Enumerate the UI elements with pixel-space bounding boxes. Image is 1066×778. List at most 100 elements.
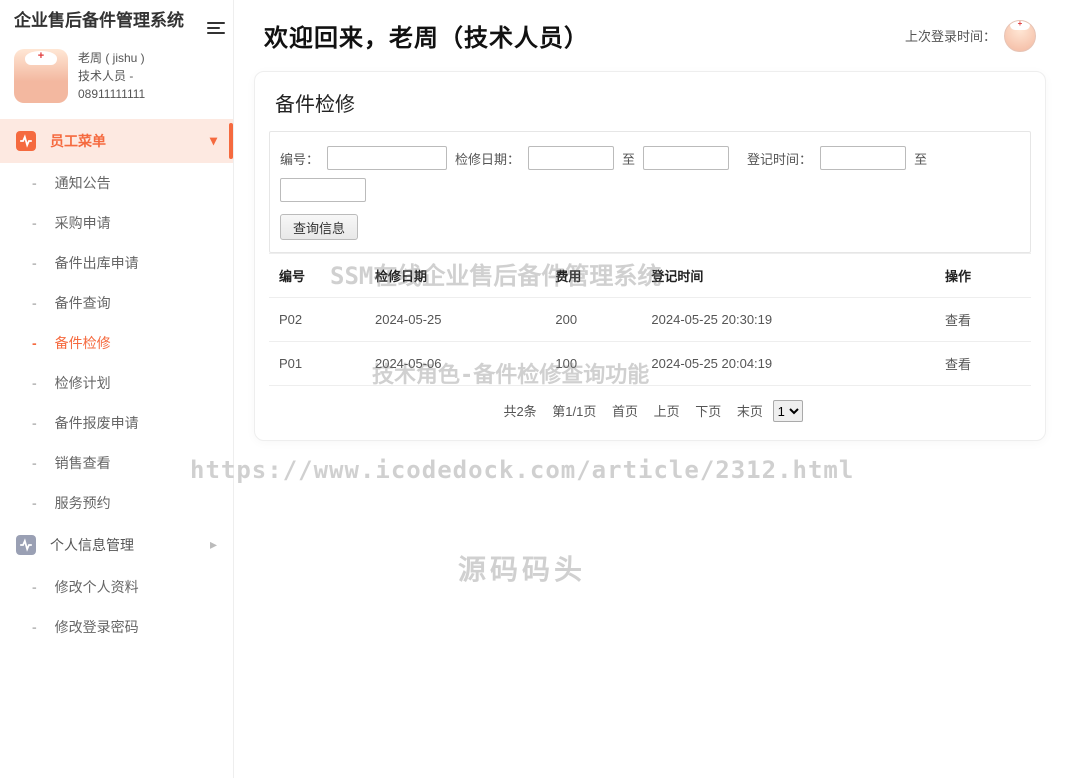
pagination: 共2条 第1/1页 首页 上页 下页 末页 1 (255, 386, 1045, 426)
cell-cost: 100 (545, 342, 641, 386)
sidebar-item-label: 备件出库申请 (55, 253, 139, 273)
page-title: 欢迎回来，老周（技术人员） (264, 18, 589, 53)
dash-icon: - (32, 175, 37, 191)
user-role: 技术人员 - (78, 67, 145, 85)
user-name: 老周 ( jishu ) (78, 49, 145, 67)
table-row: P012024-05-061002024-05-25 20:04:19 查看 (269, 342, 1031, 386)
dash-icon: - (32, 415, 37, 431)
sidebar-item-sales-view[interactable]: - 销售查看 (0, 443, 233, 483)
cell-cost: 200 (545, 298, 641, 342)
sidebar-menu: 员工菜单 ▾ -通知公告-采购申请-备件出库申请-备件查询-备件检修-检修计划-… (0, 119, 233, 647)
page-prev[interactable]: 上页 (654, 404, 680, 419)
user-phone: 08911111111 (78, 85, 145, 103)
page-last[interactable]: 末页 (737, 404, 763, 419)
register-time-to-input[interactable] (280, 178, 366, 202)
filter-regtime-label: 登记时间： (747, 149, 812, 168)
th-action: 操作 (935, 254, 1031, 298)
sidebar-item-label: 采购申请 (55, 213, 111, 233)
sidebar-item-purchase[interactable]: - 采购申请 (0, 203, 233, 243)
page-next[interactable]: 下页 (695, 404, 721, 419)
avatar (14, 49, 68, 103)
dash-icon: - (32, 455, 37, 471)
page-current: 第1/1页 (552, 404, 596, 419)
dash-icon: - (32, 215, 37, 231)
chevron-right-icon: ▸ (210, 536, 217, 553)
sidebar-item-part-repair[interactable]: - 备件检修 (0, 323, 233, 363)
filter-to-1: 至 (622, 149, 635, 168)
sidebar-item-edit-password[interactable]: - 修改登录密码 (0, 607, 233, 647)
table-row: P022024-05-252002024-05-25 20:30:19 查看 (269, 298, 1031, 342)
sidebar: 企业售后备件管理系统 老周 ( jishu ) 技术人员 - 089111111… (0, 0, 234, 778)
topbar: 欢迎回来，老周（技术人员） 上次登录时间： (242, 0, 1058, 61)
dash-icon: - (32, 375, 37, 391)
menu-group-staff[interactable]: 员工菜单 ▾ (0, 119, 233, 163)
th-code: 编号 (269, 254, 365, 298)
cell-code: P01 (269, 342, 365, 386)
sidebar-item-label: 销售查看 (55, 453, 111, 473)
cell-register_time: 2024-05-25 20:04:19 (641, 342, 935, 386)
sidebar-item-out-apply[interactable]: - 备件出库申请 (0, 243, 233, 283)
activity-icon (16, 535, 36, 555)
view-link[interactable]: 查看 (945, 313, 971, 328)
cell-register_time: 2024-05-25 20:30:19 (641, 298, 935, 342)
th-cost: 费用 (545, 254, 641, 298)
filter-code-label: 编号： (280, 149, 319, 168)
code-input[interactable] (327, 146, 447, 170)
sidebar-item-label: 检修计划 (55, 373, 111, 393)
dash-icon: - (32, 619, 37, 635)
repair-date-from-input[interactable] (528, 146, 614, 170)
activity-icon (16, 131, 36, 151)
dash-icon: - (32, 295, 37, 311)
brand-title: 企业售后备件管理系统 (0, 0, 233, 39)
user-meta: 老周 ( jishu ) 技术人员 - 08911111111 (78, 49, 145, 103)
menu-group-personal-label: 个人信息管理 (50, 535, 134, 555)
sidebar-item-label: 备件检修 (55, 333, 111, 353)
sidebar-item-service-book[interactable]: - 服务预约 (0, 483, 233, 523)
topbar-right: 上次登录时间： (905, 20, 1036, 52)
query-button[interactable]: 查询信息 (280, 214, 358, 240)
repair-date-to-input[interactable] (643, 146, 729, 170)
dash-icon: - (32, 255, 37, 271)
sidebar-item-scrap-apply[interactable]: - 备件报废申请 (0, 403, 233, 443)
sidebar-item-label: 备件报废申请 (55, 413, 139, 433)
th-register-time: 登记时间 (641, 254, 935, 298)
register-time-from-input[interactable] (820, 146, 906, 170)
dash-icon: - (32, 495, 37, 511)
brand-text: 企业售后备件管理系统 (14, 11, 184, 30)
chevron-down-icon: ▾ (210, 132, 217, 149)
page-select[interactable]: 1 (773, 400, 803, 422)
cell-repair_date: 2024-05-06 (365, 342, 545, 386)
menu-group-personal[interactable]: 个人信息管理 ▸ (0, 523, 233, 567)
page-first[interactable]: 首页 (612, 404, 638, 419)
cell-repair_date: 2024-05-25 (365, 298, 545, 342)
main-area: 欢迎回来，老周（技术人员） 上次登录时间： 备件检修 编号： 检修日期： 至 登… (234, 0, 1066, 778)
filter-repairdate-label: 检修日期： (455, 149, 520, 168)
menu-toggle-icon[interactable] (207, 22, 225, 34)
dash-icon: - (32, 579, 37, 595)
sidebar-item-edit-profile[interactable]: - 修改个人资料 (0, 567, 233, 607)
cell-code: P02 (269, 298, 365, 342)
view-link[interactable]: 查看 (945, 357, 971, 372)
sidebar-item-repair-plan[interactable]: - 检修计划 (0, 363, 233, 403)
sidebar-item-label: 修改登录密码 (55, 617, 139, 637)
data-table: 编号 检修日期 费用 登记时间 操作 P022024-05-252002024-… (269, 253, 1031, 386)
sidebar-item-label: 修改个人资料 (55, 577, 139, 597)
last-login-label: 上次登录时间： (905, 26, 996, 45)
card-title: 备件检修 (255, 72, 1045, 131)
table-header-row: 编号 检修日期 费用 登记时间 操作 (269, 254, 1031, 298)
page-total: 共2条 (503, 404, 536, 419)
cell-action: 查看 (935, 342, 1031, 386)
filter-bar: 编号： 检修日期： 至 登记时间： 至 查询信息 (269, 131, 1031, 253)
filter-to-2: 至 (914, 149, 927, 168)
dash-icon: - (32, 335, 37, 351)
avatar-round[interactable] (1004, 20, 1036, 52)
nurse-cap-icon (25, 51, 57, 65)
th-repair-date: 检修日期 (365, 254, 545, 298)
sidebar-item-label: 服务预约 (55, 493, 111, 513)
sidebar-item-label: 通知公告 (55, 173, 111, 193)
sidebar-item-label: 备件查询 (55, 293, 111, 313)
cell-action: 查看 (935, 298, 1031, 342)
sidebar-item-part-query[interactable]: - 备件查询 (0, 283, 233, 323)
content-card: 备件检修 编号： 检修日期： 至 登记时间： 至 查询信息 编号 (254, 71, 1046, 441)
sidebar-item-notice[interactable]: - 通知公告 (0, 163, 233, 203)
